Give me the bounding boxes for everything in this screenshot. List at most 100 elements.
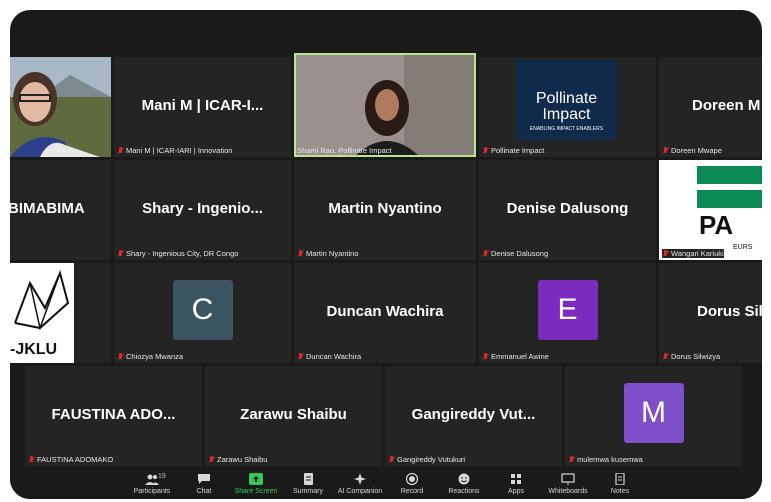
video-tile[interactable]: Denise Dalusong Denise Dalusong	[479, 160, 656, 260]
participant-video	[10, 57, 111, 157]
mic-muted-icon	[662, 352, 669, 361]
mic-muted-icon	[297, 249, 304, 258]
whiteboard-icon	[561, 473, 575, 485]
participants-button[interactable]: 19 Participants	[126, 469, 178, 499]
whiteboards-label: Whiteboards	[548, 488, 588, 495]
notes-icon	[615, 473, 625, 485]
logo-image: -JKLU	[10, 263, 74, 363]
mic-muted-icon	[297, 352, 304, 361]
mic-muted-icon	[388, 455, 395, 464]
participant-name-large: Martin Nyantino	[328, 199, 442, 217]
record-button[interactable]: Record	[386, 469, 438, 499]
summary-button[interactable]: Summary	[282, 469, 334, 499]
participant-name: Duncan Wachira	[306, 352, 362, 361]
participant-name: Martin Nyantino	[306, 249, 359, 258]
mic-muted-icon	[117, 249, 124, 258]
participant-name: Gangireddy Vutukuri	[397, 455, 466, 464]
video-tile[interactable]: M mulemwa kusemwa	[565, 366, 742, 466]
participant-label: FAUSTINA ADOMAKO	[28, 455, 113, 464]
impact-logo: PA EURS	[697, 160, 762, 260]
participant-name: Pollinate Impact	[491, 146, 545, 155]
participants-label: Participants	[133, 488, 171, 495]
chat-label: Chat	[196, 488, 212, 495]
share-screen-label: Share Screen	[234, 488, 278, 495]
video-tile[interactable]: Shary - Ingenio... Shary - Ingenious Cit…	[114, 160, 291, 260]
video-tile-active-speaker[interactable]: Shami Rao, Pollinate Impact	[294, 53, 476, 157]
participant-label: Wangari Kariuki	[662, 249, 724, 258]
participant-count: 19	[158, 473, 166, 480]
participant-name-large: Zarawu Shaibu	[240, 405, 347, 423]
ai-companion-button[interactable]: AI Companion	[334, 469, 386, 499]
participant-name: Emmanuel Awine	[491, 352, 549, 361]
mic-muted-icon	[662, 249, 669, 258]
video-tile[interactable]: Mani M | ICAR-I... Mani M | ICAR-IARI | …	[114, 57, 291, 157]
video-tile[interactable]: -JKLU	[10, 263, 111, 363]
share-screen-icon	[249, 473, 263, 485]
participant-name-large: Denise Dalusong	[506, 199, 629, 217]
participant-name: Doreen Mwape	[671, 146, 722, 155]
meeting-toolbar: 19 Participants Chat Share Screen Summar…	[10, 469, 762, 499]
video-tile[interactable]: Dorus Silv Dorus Silwizya	[659, 263, 762, 363]
apps-button[interactable]: Apps	[490, 469, 542, 499]
participant-label: Denise Dalusong	[482, 249, 548, 258]
participant-name-large: BIMABIMA	[10, 199, 85, 217]
mic-muted-icon	[28, 455, 35, 464]
reactions-button[interactable]: Reactions	[438, 469, 490, 499]
participant-label: Zarawu Shaibu	[208, 455, 267, 464]
participant-name-large: Gangireddy Vut...	[411, 405, 536, 423]
mic-muted-icon	[568, 455, 575, 464]
participant-label: Shami Rao, Pollinate Impact	[297, 146, 392, 155]
video-tile[interactable]: E Emmanuel Awine	[479, 263, 656, 363]
reactions-label: Reactions	[448, 488, 480, 495]
mic-muted-icon	[482, 146, 489, 155]
mic-muted-icon	[482, 249, 489, 258]
share-screen-button[interactable]: Share Screen	[230, 469, 282, 499]
avatar: E	[537, 280, 598, 340]
participant-name-large: Duncan Wachira	[326, 302, 444, 320]
apps-label: Apps	[508, 488, 524, 495]
participant-name-large: Shary - Ingenio...	[142, 199, 263, 217]
video-tile[interactable]: FAUSTINA ADO... FAUSTINA ADOMAKO	[25, 366, 202, 466]
summary-label: Summary	[293, 488, 323, 495]
participant-label: Duncan Wachira	[297, 352, 361, 361]
participant-name-large: FAUSTINA ADO...	[51, 405, 176, 423]
mic-muted-icon	[208, 455, 215, 464]
video-tile[interactable]: Pollinate Impact ENABLING IMPACT ENABLER…	[479, 57, 656, 157]
participant-label: Dorus Silwizya	[662, 352, 720, 361]
notes-button[interactable]: Notes	[594, 469, 646, 499]
avatar: C	[172, 280, 233, 340]
mic-muted-icon	[482, 352, 489, 361]
video-tile[interactable]: PA EURS Wangari Kariuki	[659, 160, 762, 260]
participant-label: Pollinate Impact	[482, 146, 544, 155]
video-tile[interactable]: Zarawu Shaibu Zarawu Shaibu	[205, 366, 382, 466]
notes-label: Notes	[610, 488, 630, 495]
chat-button[interactable]: Chat	[178, 469, 230, 499]
whiteboards-button[interactable]: Whiteboards	[542, 469, 594, 499]
video-tile[interactable]	[10, 57, 111, 157]
participant-name-large: Dorus Silv	[697, 302, 762, 320]
bird-icon	[14, 269, 70, 331]
participant-label: Doreen Mwape	[662, 146, 722, 155]
video-tile[interactable]: Martin Nyantino Martin Nyantino	[294, 160, 476, 260]
participant-label: Martin Nyantino	[297, 249, 359, 258]
reactions-icon	[458, 473, 470, 485]
video-tile[interactable]: Gangireddy Vut... Gangireddy Vutukuri	[385, 366, 562, 466]
record-icon	[405, 473, 419, 485]
participant-label: Emmanuel Awine	[482, 352, 549, 361]
meeting-window: Mani M | ICAR-I... Mani M | ICAR-IARI | …	[10, 10, 762, 499]
chat-icon	[198, 474, 210, 484]
video-tile[interactable]: Duncan Wachira Duncan Wachira	[294, 263, 476, 363]
participant-name: Zarawu Shaibu	[217, 455, 268, 464]
video-tile[interactable]: C Chiozya Mwanza	[114, 263, 291, 363]
avatar: M	[623, 383, 684, 443]
sparkle-icon	[354, 473, 366, 485]
ai-companion-label: AI Companion	[337, 488, 383, 495]
participants-icon	[145, 474, 159, 485]
participant-name: Wangari Kariuki	[671, 249, 724, 258]
participant-name: Dorus Silwizya	[671, 352, 721, 361]
participant-name: Shary - Ingenious City, DR Congo	[126, 249, 239, 258]
participant-label: mulemwa kusemwa	[568, 455, 643, 464]
video-tile[interactable]: BIMABIMA	[10, 160, 111, 260]
video-tile[interactable]: Doreen M Doreen Mwape	[659, 57, 762, 157]
mic-muted-icon	[117, 352, 124, 361]
